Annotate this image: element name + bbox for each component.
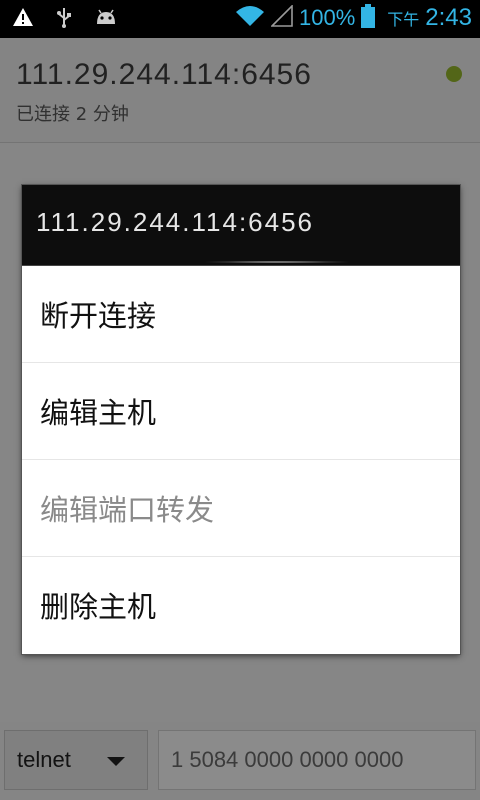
menu-item-disconnect[interactable]: 断开连接 — [22, 266, 460, 363]
host-context-dialog: 111.29.244.114:6456 断开连接 编辑主机 编辑端口转发 删除主… — [22, 185, 460, 654]
menu-item-edit-host[interactable]: 编辑主机 — [22, 363, 460, 460]
title-divider-highlight — [202, 261, 352, 263]
battery-icon — [361, 4, 376, 32]
usb-icon — [56, 6, 72, 32]
dialog-menu: 断开连接 编辑主机 编辑端口转发 删除主机 — [22, 266, 460, 653]
android-debug-icon — [94, 8, 118, 30]
dialog-title: 111.29.244.114:6456 — [36, 207, 315, 237]
wifi-icon — [235, 4, 265, 32]
status-bar-right: 100% 下午 2:43 — [235, 4, 472, 32]
clock-time: 2:43 — [425, 4, 472, 31]
status-bar-left — [12, 6, 118, 32]
menu-item-delete-host[interactable]: 删除主机 — [22, 557, 460, 653]
status-bar: 100% 下午 2:43 — [0, 0, 480, 38]
clock-ampm: 下午 — [387, 10, 420, 29]
menu-item-edit-port-forwards: 编辑端口转发 — [22, 460, 460, 557]
dialog-title-bar: 111.29.244.114:6456 — [22, 185, 460, 266]
warning-icon — [12, 7, 34, 31]
signal-icon — [270, 4, 293, 31]
battery-level: 100% — [298, 5, 356, 30]
